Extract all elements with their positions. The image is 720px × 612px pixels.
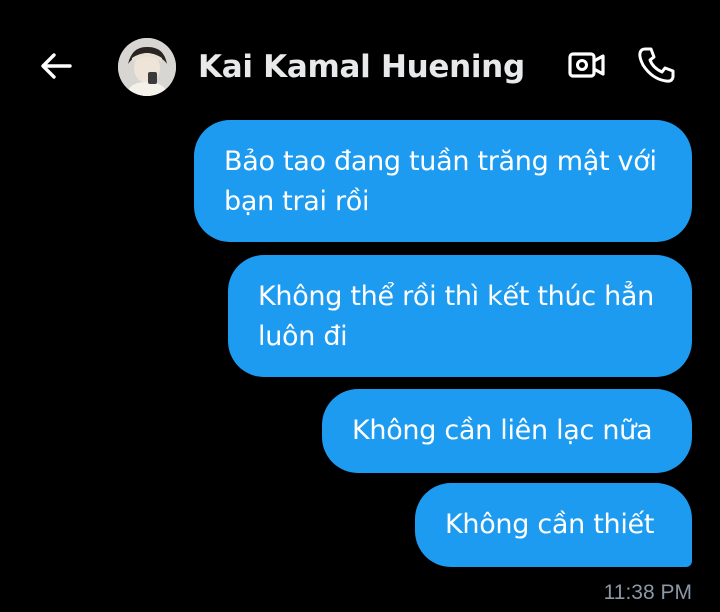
arrow-left-icon [41, 53, 72, 79]
phone-icon [638, 47, 675, 83]
video-camera-icon [568, 52, 605, 78]
video-call-button[interactable] [566, 46, 608, 84]
message-bubble[interactable]: Không cần liên lạc nữa [322, 389, 692, 473]
message-bubble[interactable]: Bảo tao đang tuần trăng mật với bạn trai… [194, 120, 692, 242]
contact-name[interactable]: Kai Kamal Huening [198, 44, 525, 90]
avatar-image [118, 38, 176, 96]
message-bubble[interactable]: Không cần thiết [415, 483, 692, 567]
avatar[interactable] [118, 38, 176, 96]
voice-call-button[interactable] [636, 44, 678, 86]
message-bubble[interactable]: Không thể rồi thì kết thúc hẳn luôn đi [228, 255, 692, 377]
back-button[interactable] [38, 48, 74, 84]
chat-header: Kai Kamal Huening [0, 0, 720, 132]
message-timestamp: 11:38 PM [603, 581, 692, 604]
